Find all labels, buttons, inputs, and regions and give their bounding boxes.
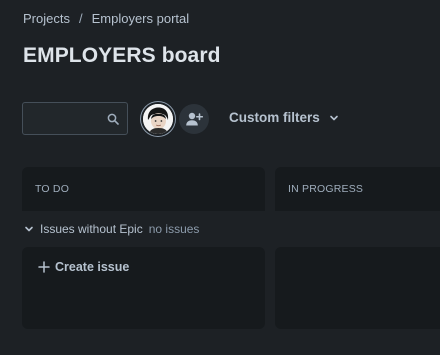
page-title: EMPLOYERS board [23, 44, 221, 67]
search-icon [107, 113, 119, 125]
avatar-picture [143, 104, 173, 134]
column-header-todo[interactable]: TO DO [22, 167, 265, 211]
swimlane-toggle[interactable]: Issues without Epic no issues [24, 222, 199, 236]
swimlane-issue-count: no issues [148, 222, 200, 236]
add-people-icon [186, 112, 203, 126]
chevron-down-icon [25, 226, 33, 232]
column-header-in-progress[interactable]: IN PROGRESS [275, 167, 440, 211]
avatar[interactable] [143, 104, 173, 134]
breadcrumb-projects-link[interactable]: Projects [23, 11, 70, 26]
breadcrumb: Projects / Employers portal [23, 11, 189, 26]
swimlane-title: Issues without Epic [40, 222, 143, 236]
create-issue-button[interactable]: Create issue [38, 260, 129, 274]
custom-filters-label: Custom filters [229, 110, 320, 125]
breadcrumb-project-link[interactable]: Employers portal [92, 11, 190, 26]
breadcrumb-separator: / [78, 11, 83, 26]
custom-filters-dropdown[interactable]: Custom filters [229, 110, 339, 125]
add-people-button[interactable] [179, 104, 209, 134]
plus-icon [38, 261, 50, 273]
in-progress-cell [275, 247, 440, 329]
column-title: IN PROGRESS [288, 183, 364, 195]
search-box[interactable] [22, 102, 128, 135]
todo-cell: Create issue [22, 247, 265, 329]
column-title: TO DO [35, 183, 70, 195]
search-input[interactable] [29, 109, 107, 130]
chevron-down-icon [329, 115, 338, 120]
create-issue-label: Create issue [55, 260, 130, 274]
